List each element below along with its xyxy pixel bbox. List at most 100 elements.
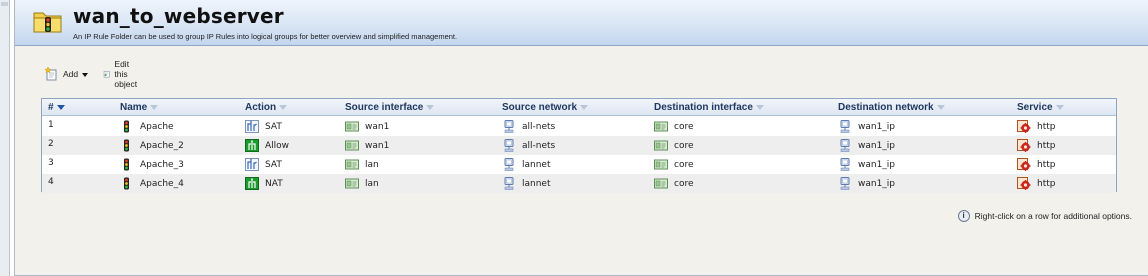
cell-name: Apache [120,120,174,133]
interface-icon [654,159,668,170]
cell-num: 4 [48,177,54,187]
table-row[interactable]: 3 Apache_3 SAT lan lannet core wan1_ip http [42,155,1116,174]
cell-text: core [674,178,694,189]
table-row[interactable]: 2 Apache_2 Allow wan1 all-nets core wan1_ip htt… [42,136,1116,155]
sort-arrow-icon [279,104,288,110]
sort-arrow-icon [580,104,589,110]
chevron-down-icon [82,72,89,77]
sat-icon [245,120,259,133]
rule-folder-icon [33,12,62,33]
cell-dst-if: core [654,120,694,133]
hint-text: Right-click on a row for additional opti… [974,211,1132,221]
cell-text: 2 [48,139,54,149]
cell-text: Allow [265,140,290,151]
cell-service: http [1017,120,1055,133]
add-label: Add [63,69,79,79]
cell-text: core [674,121,694,132]
sat-icon [245,158,259,171]
cell-dst-if: core [654,139,694,152]
network-object-icon [504,120,514,133]
table-row[interactable]: 4 Apache_4 NAT lan lannet core wan1_ip http [42,174,1116,193]
cell-text: lan [365,178,379,189]
cell-name: Apache_2 [120,139,184,152]
network-object-icon [504,177,514,190]
left-pane-edge [0,0,10,276]
cell-text: all-nets [522,121,556,132]
interface-icon [654,140,668,151]
left-pane-scroll[interactable] [1,2,8,6]
add-button[interactable]: Add [45,66,89,82]
cell-service: http [1017,158,1055,171]
interface-icon [654,178,668,189]
info-icon: i [957,210,970,222]
grid-header: # Name Action Source interface Source ne… [42,99,1116,116]
cell-service: http [1017,139,1055,152]
interface-icon [345,140,359,151]
service-icon [1017,177,1031,190]
cell-action: SAT [245,120,282,133]
cell-num: 2 [48,139,54,149]
network-object-icon [840,177,850,190]
service-icon [1017,139,1031,152]
cell-action: Allow [245,139,289,152]
cell-dst-net: wan1_ip [838,158,895,171]
cell-text: Apache_3 [140,159,184,170]
edit-label: Edit this object [114,59,138,89]
column-header-destination-interface[interactable]: Destination interface [654,102,764,113]
cell-text: lan [365,159,379,170]
edit-object-button[interactable]: Edit this object [103,59,144,89]
cell-src-if: wan1 [345,120,389,133]
service-icon [1017,120,1031,133]
right-click-hint: i Right-click on a row for additional op… [957,210,1132,222]
column-header-number[interactable]: # [48,102,65,113]
network-object-icon [504,139,514,152]
column-header-action[interactable]: Action [245,102,288,113]
cell-text: lannet [522,159,551,170]
cell-service: http [1017,177,1055,190]
cell-text: NAT [265,178,283,189]
sort-arrow-icon [755,104,764,110]
table-row[interactable]: 1 Apache SAT wan1 all-nets core wan1_ip http [42,117,1116,136]
cell-num: 1 [48,120,54,130]
sort-arrow-icon [426,104,435,110]
column-header-name[interactable]: Name [120,102,159,113]
sort-arrow-icon [936,104,945,110]
network-object-icon [840,158,850,171]
add-icon [45,67,57,81]
cell-src-if: lan [345,177,379,190]
nat-icon [245,177,259,190]
page-title: wan_to_webserver [73,4,284,28]
column-header-destination-network[interactable]: Destination network [838,102,945,113]
cell-src-if: lan [345,158,379,171]
sort-arrow-icon [56,104,65,110]
cell-text: http [1037,121,1056,132]
cell-text: Apache_2 [140,140,184,151]
cell-text: wan1 [365,121,390,132]
traffic-light-icon [124,139,129,152]
column-header-source-network[interactable]: Source network [502,102,589,113]
column-header-service[interactable]: Service [1017,102,1064,113]
cell-name: Apache_3 [120,158,184,171]
cell-text: wan1_ip [858,178,896,189]
cell-text: core [674,159,694,170]
cell-text: SAT [265,121,282,132]
cell-action: NAT [245,177,283,190]
cell-text: http [1037,140,1056,151]
cell-action: SAT [245,158,282,171]
page-description: An IP Rule Folder can be used to group I… [73,32,458,41]
main-frame: wan_to_webserver An IP Rule Folder can b… [14,0,1148,276]
column-header-source-interface[interactable]: Source interface [345,102,435,113]
interface-icon [345,178,359,189]
cell-text: wan1_ip [858,121,896,132]
cell-text: all-nets [522,140,556,151]
cell-text: Apache [140,121,174,132]
cell-src-net: all-nets [502,139,555,152]
cell-text: lannet [522,178,551,189]
ip-rules-grid: # Name Action Source interface Source ne… [41,98,1117,193]
cell-dst-if: core [654,177,694,190]
traffic-light-icon [124,158,129,171]
cell-text: Apache_4 [140,178,184,189]
network-object-icon [840,120,850,133]
interface-icon [345,121,359,132]
cell-text: SAT [265,159,282,170]
